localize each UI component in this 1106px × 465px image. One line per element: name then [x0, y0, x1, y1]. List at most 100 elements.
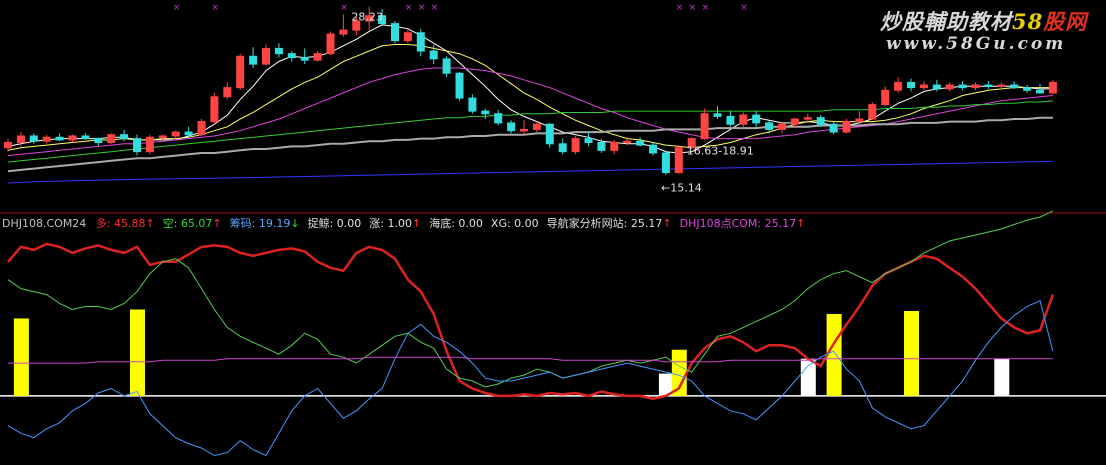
- indicator-line-dhj: [8, 356, 1053, 364]
- candle-body: [494, 113, 503, 124]
- signal-marker: ×: [689, 3, 697, 13]
- signal-marker: ×: [431, 3, 439, 13]
- candle-body: [894, 81, 903, 91]
- candle-body: [829, 123, 838, 133]
- candle-body: [507, 122, 516, 132]
- candle-body: [107, 134, 116, 144]
- signal-bar: [800, 358, 816, 396]
- price-panel: 28.23 16.63-18.91 ←15.14 × × × × × × × × × ×: [4, 3, 1057, 195]
- candle-body: [545, 123, 554, 145]
- candle-body: [623, 140, 632, 144]
- candle-body: [236, 55, 245, 89]
- candle-body: [274, 47, 283, 55]
- candle-body: [171, 131, 180, 137]
- candle-body: [881, 89, 890, 106]
- candle-body: [558, 143, 567, 153]
- candle-body: [997, 84, 1006, 88]
- price-annotation: ←15.14: [661, 182, 702, 195]
- price-annotation: 16.63-18.91: [687, 144, 754, 157]
- candle-body: [339, 29, 348, 35]
- indicator-line-duo: [7, 242, 1055, 401]
- candle-body: [778, 123, 786, 130]
- candle-body: [249, 55, 258, 65]
- signal-bar: [826, 313, 842, 396]
- signal-marker: ×: [173, 3, 181, 13]
- candle-body: [842, 121, 851, 133]
- candle-body: [713, 113, 722, 117]
- candle-body: [29, 135, 38, 142]
- candle-body: [597, 142, 606, 151]
- candle-body: [429, 50, 438, 60]
- candle-body: [855, 118, 864, 123]
- candle-body: [133, 138, 141, 153]
- candle-body: [919, 84, 928, 89]
- signal-bar: [994, 358, 1010, 396]
- candle-body: [571, 138, 580, 153]
- candle-body: [726, 115, 735, 125]
- candle-body: [661, 152, 670, 174]
- candle-body: [120, 134, 129, 140]
- candle-body: [81, 135, 90, 140]
- ma-line-ma20: [7, 67, 1053, 157]
- ma-line-ma60: [7, 100, 1053, 163]
- signal-marker: ×: [418, 3, 426, 13]
- candle-body: [416, 32, 425, 52]
- candle-body: [520, 128, 528, 132]
- candle-body: [313, 53, 322, 61]
- candle-body: [16, 135, 25, 144]
- candle-body: [816, 117, 825, 125]
- candle-body: [158, 135, 167, 138]
- candle-body: [94, 138, 103, 144]
- signal-marker: ×: [740, 3, 748, 13]
- signal-marker: ×: [702, 3, 710, 13]
- signal-bar: [130, 309, 145, 396]
- candle-body: [4, 142, 12, 149]
- candle-body: [674, 147, 683, 174]
- candle-body: [68, 135, 77, 141]
- candle-body: [945, 84, 954, 90]
- candle-body: [403, 32, 412, 42]
- candle-body: [391, 23, 399, 42]
- candle-body: [326, 33, 335, 55]
- candlestick-and-indicator-chart: 28.23 16.63-18.91 ←15.14 × × × × × × × × × ×: [0, 3, 1106, 457]
- candle-body: [739, 114, 748, 125]
- candle-body: [1010, 84, 1019, 89]
- candle-body: [765, 122, 774, 130]
- candle-body: [197, 121, 206, 136]
- candle-body: [610, 142, 619, 151]
- candle-body: [636, 140, 645, 146]
- candle-body: [958, 84, 967, 89]
- ma-line-ma120: [7, 116, 1053, 173]
- price-annotation: 28.23: [351, 11, 383, 24]
- candle-body: [55, 136, 64, 141]
- candle-body: [262, 47, 270, 65]
- candle-body: [300, 57, 309, 61]
- candle-body: [442, 58, 451, 74]
- candle-body: [790, 118, 799, 125]
- signal-marker: ×: [405, 3, 413, 13]
- candle-body: [1023, 87, 1032, 91]
- candle-body: [1048, 81, 1057, 94]
- candle-body: [42, 136, 51, 142]
- signal-bar: [904, 310, 919, 396]
- candle-body: [868, 104, 877, 120]
- candle-body: [700, 113, 709, 140]
- candle-body: [1036, 89, 1044, 94]
- ma-line-ma250: [7, 160, 1053, 184]
- candle-body: [649, 144, 657, 154]
- candle-body: [752, 114, 761, 124]
- candle-body: [210, 96, 219, 123]
- candle-body: [971, 84, 980, 89]
- candle-body: [184, 131, 193, 136]
- candle-body: [455, 72, 464, 99]
- chart-window: { "watermark": { "part1": "炒股輔助教材", "par…: [0, 0, 1106, 465]
- candle-body: [803, 117, 812, 120]
- signal-marker: ×: [211, 3, 219, 13]
- indicator-line-chouma: [7, 299, 1054, 457]
- candle-body: [907, 81, 915, 89]
- candle-body: [287, 53, 296, 59]
- candle-body: [223, 87, 232, 98]
- candle-body: [584, 138, 593, 144]
- candle-body: [468, 97, 477, 112]
- signal-marker: ×: [340, 3, 348, 13]
